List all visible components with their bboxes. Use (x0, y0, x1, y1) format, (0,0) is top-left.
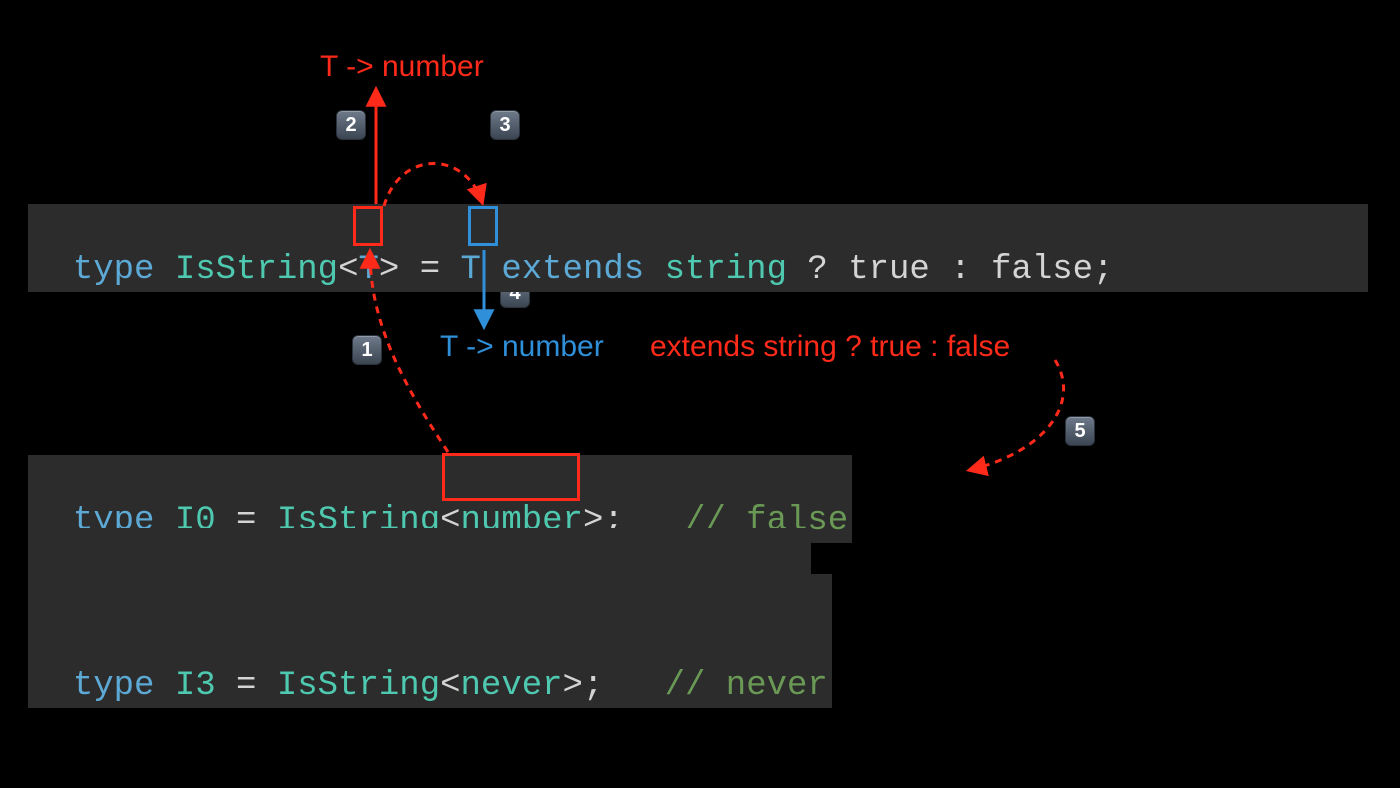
code-line-def: type IsString<T> = T extends string ? tr… (28, 204, 1368, 292)
arrow-step-5 (970, 360, 1064, 470)
token-typename: IsString (175, 251, 338, 289)
token-type-string: string (665, 251, 787, 289)
annotation-mid-red: extends string ? true : false (650, 330, 1010, 364)
step-badge-5: 5 (1065, 416, 1095, 446)
token-eq: = (399, 251, 460, 289)
step-badge-1: 1 (352, 335, 382, 365)
token-semi: ; (583, 667, 603, 705)
annotation-top: T -> number (320, 50, 484, 84)
highlight-box-number (442, 453, 580, 501)
step-badge-2: 2 (336, 110, 366, 140)
arrow-step-3 (384, 163, 482, 206)
annotation-mid-blue: T -> number (440, 330, 604, 364)
token-space (481, 251, 501, 289)
token-typename-fn: IsString (277, 667, 440, 705)
token-angle-open: < (440, 667, 460, 705)
token-pad (603, 667, 664, 705)
token-comment: // never (665, 667, 828, 705)
token-angle-open: < (338, 251, 358, 289)
token-conditional-rest: ? true : false; (787, 251, 1113, 289)
token-type-never: never (461, 667, 563, 705)
code-line-i3: type I3 = IsString<never>; // never (28, 620, 832, 708)
token-eq: = (216, 667, 277, 705)
token-keyword-extends: extends (501, 251, 664, 289)
token-keyword-type: type (73, 251, 175, 289)
step-badge-3: 3 (490, 110, 520, 140)
token-angle-close: > (379, 251, 399, 289)
token-angle-close: > (563, 667, 583, 705)
token-typename: I3 (175, 667, 216, 705)
highlight-box-T-decl (353, 206, 383, 246)
token-generic-T-use: T (461, 251, 481, 289)
highlight-box-T-use (468, 206, 498, 246)
token-generic-T-decl: T (358, 251, 378, 289)
token-keyword-type: type (73, 667, 175, 705)
